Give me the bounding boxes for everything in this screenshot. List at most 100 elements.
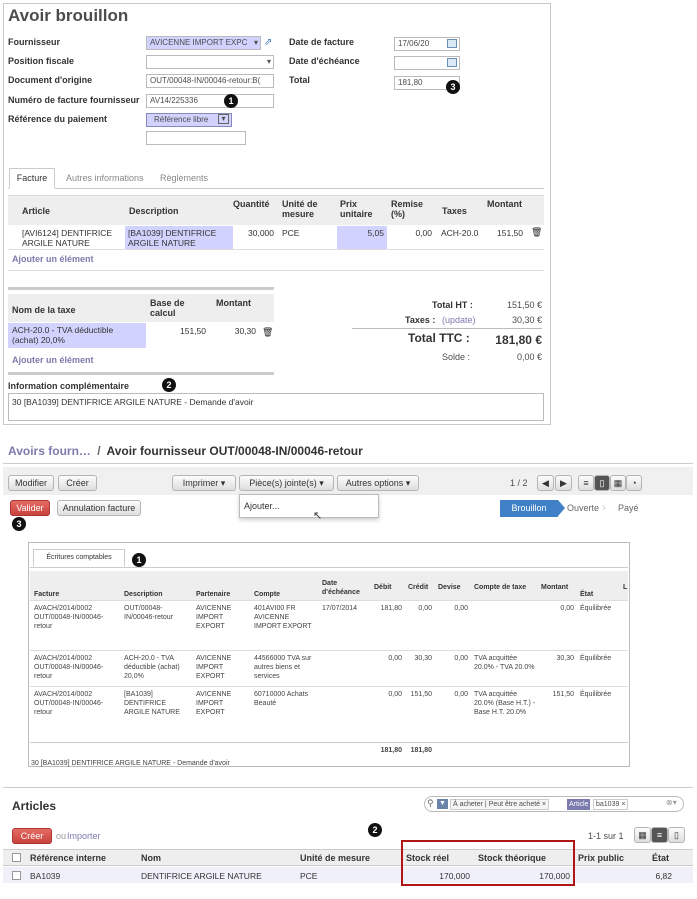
list-view-icon[interactable]: ≡ — [578, 475, 594, 491]
jh-partner[interactable]: Partenaire — [196, 590, 230, 599]
col-amount[interactable]: Montant — [487, 199, 522, 209]
col-unit-price[interactable]: Prix unitaire — [340, 199, 376, 219]
import-link[interactable]: Importer — [67, 831, 101, 841]
journal-cell[interactable]: 151,50 — [398, 690, 432, 699]
journal-cell[interactable]: 0,00 — [432, 654, 468, 663]
external-link-icon[interactable]: ⇗ — [264, 37, 272, 48]
payment-reference-input[interactable] — [146, 131, 246, 145]
info-textarea[interactable]: 30 [BA1039] DENTIFRICE ARGILE NATURE - D… — [8, 393, 544, 421]
add-line-link[interactable]: Ajouter un élément — [12, 254, 94, 264]
status-open[interactable]: Ouverte — [567, 503, 599, 513]
jh-extra[interactable]: L — [623, 583, 627, 592]
tax-col-name[interactable]: Nom de la taxe — [12, 305, 76, 315]
invoice-date-field[interactable]: 17/06/20 — [394, 37, 460, 51]
journal-cell[interactable]: AVICENNE IMPORT EXPORT — [196, 690, 250, 717]
tab-journal-entries[interactable]: Écritures comptables — [33, 549, 125, 567]
journal-cell[interactable]: 30,30 — [530, 654, 574, 663]
row-name[interactable]: DENTIFRICE ARGILE NATURE — [141, 871, 262, 881]
jh-description[interactable]: Description — [124, 590, 163, 599]
form-view-icon[interactable]: ▯ — [668, 827, 685, 843]
supplier-invoice-number-field[interactable]: AV14/225336 — [146, 94, 274, 108]
graph-view-icon[interactable]: ◔ — [626, 475, 642, 491]
remove-facet-icon[interactable]: × — [621, 801, 625, 808]
journal-cell[interactable]: 17/07/2014 — [322, 604, 362, 613]
row-ref[interactable]: BA1039 — [30, 871, 60, 881]
ah-state[interactable]: État — [652, 853, 669, 863]
journal-cell[interactable]: Équilibrée — [580, 654, 626, 663]
jh-due-date[interactable]: Date d'échéance — [322, 579, 364, 597]
line-description[interactable]: [BA1039] DENTIFRICE ARGILE NATURE — [125, 226, 233, 249]
update-taxes-link[interactable]: (update) — [442, 315, 476, 325]
col-quantity[interactable]: Quantité — [233, 199, 270, 209]
jh-state[interactable]: État — [580, 590, 593, 599]
jh-debit[interactable]: Débit — [374, 583, 392, 592]
jh-currency[interactable]: Devise — [438, 583, 461, 592]
journal-cell[interactable]: TVA acquittée 20.0% - TVA 20.0% — [474, 654, 536, 672]
create-button[interactable]: Créer — [58, 475, 97, 491]
facet-filter[interactable]: À acheter | Peut être acheté × — [450, 799, 550, 810]
journal-cell[interactable]: 0,00 — [432, 690, 468, 699]
journal-cell[interactable]: 151,50 — [530, 690, 574, 699]
journal-cell[interactable]: Équilibrée — [580, 604, 626, 613]
tax-line-base[interactable]: 151,50 — [160, 326, 206, 336]
calendar-icon[interactable] — [447, 39, 457, 48]
payment-reference-select[interactable]: Référence libre ▾ — [146, 113, 232, 127]
journal-cell[interactable]: 30,30 — [398, 654, 432, 663]
row-price[interactable]: 6,82 — [640, 871, 672, 881]
journal-cell[interactable]: AVICENNE IMPORT EXPORT — [196, 654, 250, 681]
line-uom[interactable]: PCE — [282, 228, 299, 238]
col-uom[interactable]: Unité de mesure — [282, 199, 326, 219]
status-draft[interactable]: Brouillon — [500, 500, 558, 517]
journal-cell[interactable]: 0,00 — [398, 604, 432, 613]
add-attachment-item[interactable]: Ajouter... — [244, 501, 280, 511]
line-quantity[interactable]: 30,000 — [240, 228, 274, 238]
ah-ref[interactable]: Référence interne — [30, 853, 106, 863]
journal-cell[interactable]: 401AVI00 FR AVICENNE IMPORT EXPORT — [254, 604, 318, 631]
remove-facet-icon[interactable]: × — [542, 801, 546, 808]
col-description[interactable]: Description — [129, 206, 179, 216]
tax-col-base[interactable]: Base de calcul — [150, 298, 194, 318]
journal-cell[interactable]: TVA acquittée 20.0% (Base H.T.) - Base H… — [474, 690, 536, 717]
articles-create-button[interactable]: Créer — [12, 828, 52, 844]
tax-line-name[interactable]: ACH-20.0 - TVA déductible (achat) 20,0% — [8, 323, 146, 348]
ah-name[interactable]: Nom — [141, 853, 161, 863]
article-row[interactable] — [3, 867, 693, 883]
journal-cell[interactable]: 44566000 TVA sur autres biens et service… — [254, 654, 318, 681]
journal-cell[interactable]: Équilibrée — [580, 690, 626, 699]
list-view-icon[interactable]: ▦ — [634, 827, 651, 843]
cancel-invoice-button[interactable]: Annulation facture — [57, 500, 141, 516]
breadcrumb-parent[interactable]: Avoirs fourn… — [8, 444, 91, 458]
calendar-icon[interactable] — [447, 58, 457, 67]
status-paid[interactable]: Payé — [618, 503, 639, 513]
modify-button[interactable]: Modifier — [8, 475, 54, 491]
row-checkbox[interactable] — [12, 871, 21, 880]
tab-invoice[interactable]: Facture — [9, 168, 55, 189]
jh-invoice[interactable]: Facture — [34, 590, 59, 599]
jh-amount[interactable]: Montant — [541, 583, 568, 592]
col-discount[interactable]: Remise (%) — [391, 199, 423, 219]
calendar-view-icon[interactable]: ▦ — [610, 475, 626, 491]
tab-other-info[interactable]: Autres informations — [66, 173, 144, 183]
journal-cell[interactable]: ACH-20.0 - TVA déductible (achat) 20,0% — [124, 654, 190, 681]
form-view-icon[interactable]: ▯ — [594, 475, 610, 491]
tab-payments[interactable]: Règlements — [160, 173, 208, 183]
validate-button[interactable]: Valider — [10, 500, 50, 516]
jh-tax-account[interactable]: Compte de taxe — [474, 583, 526, 592]
row-uom[interactable]: PCE — [300, 871, 317, 881]
journal-cell[interactable]: 0,00 — [432, 604, 468, 613]
list-view-icon[interactable]: ≡ — [651, 827, 668, 843]
facet-article-value[interactable]: ba1039 × — [593, 799, 629, 810]
line-discount[interactable]: 0,00 — [400, 228, 432, 238]
journal-cell[interactable]: AVACH/2014/0002 OUT/00048-IN/00046-retou… — [34, 654, 118, 681]
journal-cell[interactable]: AVACH/2014/0002 OUT/00048-IN/00046-retou… — [34, 690, 118, 717]
col-article[interactable]: Article — [22, 206, 50, 216]
print-menu-button[interactable]: Imprimer ▾ — [172, 475, 236, 491]
origin-document-field[interactable]: OUT/00048-IN/00046-retour:B( — [146, 74, 274, 88]
prev-icon[interactable]: ◀ — [537, 475, 554, 491]
jh-account[interactable]: Compte — [254, 590, 280, 599]
add-tax-link[interactable]: Ajouter un élément — [12, 355, 94, 365]
fiscal-position-field[interactable]: ▾ — [146, 55, 274, 69]
attachments-menu-button[interactable]: Pièce(s) jointe(s) ▾ — [239, 475, 334, 491]
next-icon[interactable]: ▶ — [555, 475, 572, 491]
journal-cell[interactable]: [BA1039] DENTIFRICE ARGILE NATURE — [124, 690, 190, 717]
